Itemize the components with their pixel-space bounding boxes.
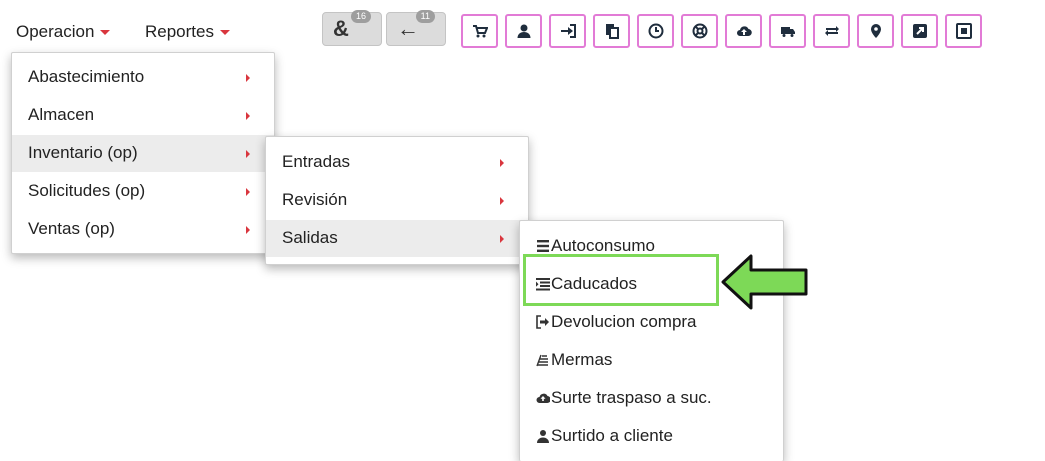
caret-right-icon — [246, 188, 250, 196]
menu-item-almacen[interactable]: Almacen — [12, 97, 274, 134]
cart-button[interactable] — [461, 14, 498, 48]
map-marker-icon — [870, 24, 881, 38]
caret-down-icon — [100, 30, 111, 36]
box-button[interactable] — [945, 14, 982, 48]
map-marker-button[interactable] — [857, 14, 894, 48]
stack-icon — [536, 354, 548, 367]
menu-item-abastecimiento[interactable]: Abastecimiento — [12, 59, 274, 96]
cart-icon — [472, 25, 488, 38]
truck-button[interactable] — [769, 14, 806, 48]
exchange-button[interactable] — [813, 14, 850, 48]
copy-icon — [605, 24, 619, 39]
reportes-menu-label: Reportes — [145, 22, 214, 41]
sign-in-icon — [536, 315, 549, 329]
external-link-icon — [912, 24, 927, 38]
user-icon — [537, 430, 549, 443]
sign-in-icon — [560, 24, 576, 38]
caducados-highlight-box — [523, 254, 719, 306]
history-badge: 16 — [350, 10, 371, 23]
life-ring-icon — [692, 23, 707, 39]
menu-item-ventas[interactable]: Ventas (op) — [12, 211, 274, 248]
caret-right-icon — [246, 74, 250, 82]
user-icon — [517, 24, 530, 38]
exchange-icon — [824, 26, 839, 36]
menu-item-label: Solicitudes (op) — [28, 181, 146, 200]
menu-item-label: Inventario (op) — [28, 143, 138, 162]
clock-icon — [648, 23, 663, 39]
sign-in-button[interactable] — [549, 14, 586, 48]
user-button[interactable] — [505, 14, 542, 48]
operacion-dropdown: Abastecimiento Almacen Inventario (op) S… — [11, 52, 275, 254]
box-icon — [955, 23, 972, 39]
cloud-upload-icon — [736, 26, 752, 37]
reportes-menu[interactable]: Reportes — [145, 22, 230, 42]
list-icon — [537, 240, 549, 252]
menu-item-revision[interactable]: Revisión — [266, 182, 528, 219]
ampersand-icon: & — [333, 16, 349, 41]
operacion-menu[interactable]: Operacion — [16, 22, 111, 42]
menu-item-label: Abastecimiento — [28, 67, 145, 86]
cloud-upload-button[interactable] — [725, 14, 762, 48]
life-ring-button[interactable] — [681, 14, 718, 48]
menu-item-label: Salidas — [282, 228, 338, 247]
menu-item-entradas[interactable]: Entradas — [266, 144, 528, 181]
caret-right-icon — [246, 150, 250, 158]
history-badge: 11 — [415, 10, 435, 23]
clock-button[interactable] — [637, 14, 674, 48]
menu-item-label: Revisión — [282, 190, 348, 209]
menu-item-label: Mermas — [551, 350, 613, 369]
green-pointer-arrow-icon — [721, 254, 808, 310]
menu-item-label: Surte traspaso a suc. — [551, 388, 712, 407]
inventario-submenu: Entradas Revisión Salidas — [265, 136, 529, 265]
caret-down-icon — [219, 30, 230, 36]
quick-toolbar — [461, 14, 1045, 50]
copy-button[interactable] — [593, 14, 630, 48]
caret-right-icon — [500, 235, 504, 243]
history-button-ampersand[interactable]: & 16 — [322, 10, 382, 46]
caret-right-icon — [246, 112, 250, 120]
menu-item-inventario[interactable]: Inventario (op) — [12, 135, 274, 172]
caret-right-icon — [500, 197, 504, 205]
menu-item-label: Ventas (op) — [28, 219, 115, 238]
menu-item-label: Entradas — [282, 152, 351, 171]
menu-item-label: Almacen — [28, 105, 95, 124]
menu-item-surtido-cliente[interactable]: Surtido a cliente — [520, 417, 783, 455]
menu-item-label: Devolucion compra — [551, 312, 697, 331]
operacion-menu-label: Operacion — [16, 22, 95, 41]
caret-right-icon — [246, 226, 250, 234]
menu-item-surte-traspaso[interactable]: Surte traspaso a suc. — [520, 379, 783, 417]
menu-item-label: Surtido a cliente — [551, 426, 673, 445]
history-button-back[interactable]: ← 11 — [386, 10, 446, 46]
cloud-upload-icon — [536, 393, 550, 404]
menu-item-salidas[interactable]: Salidas — [266, 220, 528, 257]
caret-right-icon — [500, 159, 504, 167]
external-link-button[interactable] — [901, 14, 938, 48]
truck-icon — [780, 27, 795, 37]
menu-item-mermas[interactable]: Mermas — [520, 341, 783, 379]
menu-item-solicitudes[interactable]: Solicitudes (op) — [12, 173, 274, 210]
menu-item-label: Autoconsumo — [551, 236, 655, 255]
